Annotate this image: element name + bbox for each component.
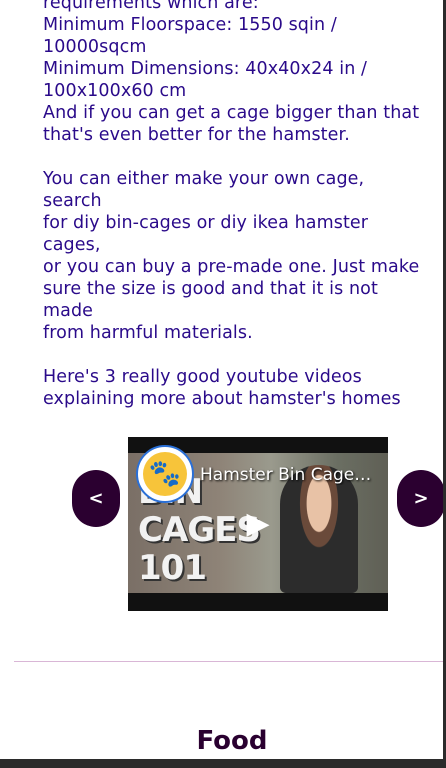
text-line: sure the size is good and that it is not… (43, 279, 378, 321)
text-line: for diy bin-cages or diy ikea hamster ca… (43, 213, 369, 255)
video-title[interactable]: Hamster Bin Cages 101 (200, 465, 376, 485)
text-line: And if you can get a cage bigger than th… (43, 103, 420, 123)
youtube-video-embed[interactable]: BIN CAGES 101 🐾 Hamster Bin Cages 101 ▶ (128, 437, 388, 611)
text-line: that's even better for the hamster. (43, 125, 350, 145)
text-line: Minimum Floorspace: 1550 sqin / (43, 15, 337, 35)
text-line: 10000sqcm (43, 37, 147, 57)
text-line: or you can buy a pre-made one. Just make (43, 257, 420, 277)
text-line: explaining more about hamster's homes (43, 389, 401, 409)
carousel-prev-button[interactable]: < (72, 470, 120, 527)
bottom-bar (0, 759, 446, 768)
play-icon[interactable]: ▶ (234, 504, 282, 542)
next-label: > (413, 488, 429, 509)
text-line: Minimum Dimensions: 40x40x24 in / (43, 59, 368, 79)
carousel-next-button[interactable]: > (397, 470, 445, 527)
text-line: requirements which are: (43, 0, 259, 13)
prev-label: < (88, 488, 104, 509)
text-line: 100x100x60 cm (43, 81, 187, 101)
text-line: from harmful materials. (43, 323, 253, 343)
section-divider (14, 661, 446, 662)
paw-icon: 🐾 (143, 452, 187, 496)
section-heading-food: Food (196, 726, 268, 756)
text-line: You can either make your own cage, searc… (43, 169, 365, 211)
text-line: Here's 3 really good youtube videos (43, 367, 362, 387)
channel-avatar[interactable]: 🐾 (136, 445, 194, 503)
main-content: requirements which are: Minimum Floorspa… (43, 0, 423, 410)
